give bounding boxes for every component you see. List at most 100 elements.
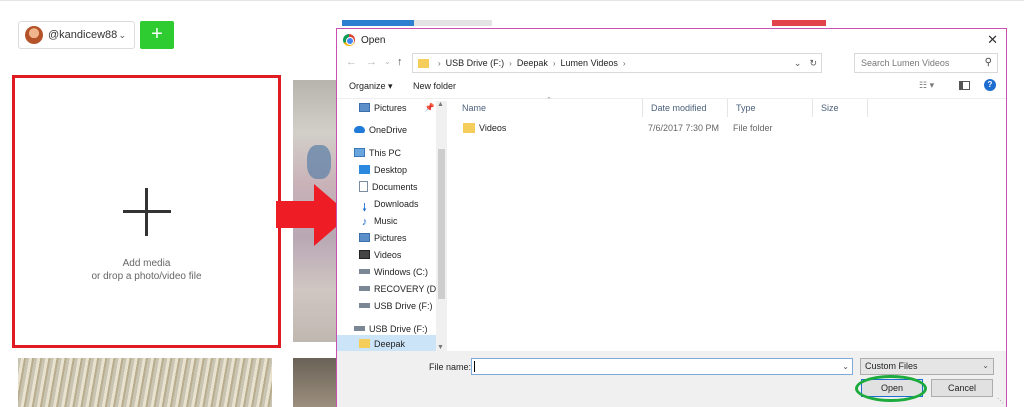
nav-item-label: USB Drive (F:)	[369, 323, 428, 334]
add-media-hint: or drop a photo/video file	[91, 271, 202, 282]
usb-drive-icon	[354, 326, 365, 331]
file-row[interactable]: Videos 7/6/2017 7:30 PM File folder	[454, 120, 994, 137]
nav-item-label: RECOVERY (D:)	[374, 283, 442, 294]
nav-item-documents[interactable]: Documents	[359, 178, 418, 195]
tab-indicator-blue	[342, 20, 414, 26]
pictures-icon	[359, 103, 370, 112]
organize-menu[interactable]: Organize ▾	[349, 81, 393, 92]
new-folder-button[interactable]: New folder	[413, 81, 456, 91]
chevron-right-icon[interactable]: ›	[438, 59, 441, 68]
forward-arrow-icon[interactable]: →	[366, 56, 377, 68]
view-options-icon[interactable]: ☷ ▾	[919, 80, 934, 91]
nav-item-label: Documents	[372, 181, 418, 192]
nav-item-pictures[interactable]: Pictures 📌	[359, 99, 434, 116]
media-thumbnail[interactable]	[18, 358, 272, 407]
plus-icon	[123, 188, 171, 236]
nav-item-onedrive[interactable]: OneDrive	[354, 121, 407, 138]
scrollbar-thumb[interactable]	[438, 149, 445, 299]
file-list: ⌃ Name Date modified Type Size Videos 7/…	[454, 97, 1004, 351]
close-icon[interactable]: ✕	[987, 32, 998, 48]
dialog-toolbar: Organize ▾ New folder ☷ ▾ ?	[337, 75, 1006, 99]
file-name: Videos	[479, 123, 507, 133]
nav-item-this-pc[interactable]: This PC	[354, 144, 401, 161]
nav-item-label: Videos	[374, 249, 402, 260]
column-header-name[interactable]: Name	[454, 99, 643, 117]
avatar	[25, 26, 43, 44]
nav-item-label: Downloads	[374, 198, 419, 209]
chevron-down-icon: ⌄	[118, 29, 126, 40]
desktop-icon	[359, 165, 370, 174]
dialog-title: Open	[361, 34, 386, 46]
nav-item-label: Music	[374, 215, 398, 226]
nav-item-label: Pictures	[374, 232, 407, 243]
open-button[interactable]: Open	[861, 379, 923, 397]
refresh-icon[interactable]: ↻	[809, 58, 817, 69]
chevron-right-icon[interactable]: ›	[553, 59, 556, 68]
resize-grip-icon[interactable]: ⋱	[997, 397, 1004, 405]
nav-item-deepak[interactable]: Deepak	[337, 335, 436, 351]
dialog-footer: File name: ⌄ Custom Files ⌄ Open Cancel …	[337, 351, 1006, 407]
column-header-type[interactable]: Type	[728, 99, 813, 117]
drive-icon	[359, 286, 370, 291]
nav-item-videos[interactable]: Videos	[359, 246, 401, 263]
account-switcher[interactable]: @kandicew88 ⌄	[18, 21, 135, 49]
chrome-icon	[343, 34, 355, 46]
scroll-up-icon[interactable]: ▲	[437, 101, 444, 108]
nav-item-label: Deepak	[374, 338, 406, 349]
up-arrow-icon[interactable]: ↑	[397, 56, 403, 68]
breadcrumb-item[interactable]: USB Drive (F:)	[446, 58, 505, 68]
scroll-down-icon[interactable]: ▼	[437, 344, 444, 351]
breadcrumb-item[interactable]: Deepak	[517, 58, 548, 68]
nav-item-label: Pictures	[374, 102, 407, 113]
file-type: File folder	[733, 123, 773, 133]
chevron-right-icon[interactable]: ›	[509, 59, 512, 68]
username: @kandicew88	[48, 29, 118, 41]
action-button-red[interactable]	[772, 20, 826, 26]
nav-item-music[interactable]: ♪ Music	[359, 212, 398, 229]
search-placeholder: Search Lumen Videos	[861, 58, 950, 68]
add-post-button[interactable]: +	[140, 21, 174, 49]
screenshot: @kandicew88 ⌄ + Add media or drop a phot…	[0, 0, 1024, 407]
file-type-select[interactable]: Custom Files ⌄	[860, 358, 994, 375]
column-header-date[interactable]: Date modified	[643, 99, 728, 117]
nav-item-usb-drive[interactable]: USB Drive (F:)	[359, 297, 433, 314]
search-input[interactable]: Search Lumen Videos ⚲	[854, 53, 998, 73]
nav-item-label: Desktop	[374, 164, 408, 175]
folder-icon	[463, 123, 475, 133]
drive-icon	[359, 269, 370, 274]
file-name-input[interactable]: ⌄	[471, 358, 853, 375]
nav-scrollbar[interactable]: ▲ ▼	[436, 101, 447, 351]
nav-item-windows-drive[interactable]: Windows (C:)	[359, 263, 428, 280]
onedrive-icon	[354, 126, 365, 133]
nav-item-desktop[interactable]: Desktop	[359, 161, 407, 178]
chevron-right-icon[interactable]: ›	[623, 59, 626, 68]
media-thumbnail[interactable]	[293, 358, 337, 407]
nav-item-pictures[interactable]: Pictures	[359, 229, 407, 246]
usb-drive-icon	[359, 303, 370, 308]
add-media-dropzone[interactable]: Add media or drop a photo/video file	[12, 75, 281, 348]
cancel-button[interactable]: Cancel	[931, 379, 993, 397]
file-type-value: Custom Files	[865, 361, 918, 371]
pictures-icon	[359, 233, 370, 242]
preview-pane-icon[interactable]	[959, 81, 970, 90]
breadcrumb-item[interactable]: Lumen Videos	[561, 58, 618, 68]
downloads-icon: 🠗	[362, 202, 367, 214]
pin-icon: 📌	[424, 103, 435, 112]
navigation-pane: Pictures 📌 OneDrive This PC Desktop Docu…	[337, 99, 447, 351]
tab-indicator-gray	[414, 20, 492, 26]
this-pc-icon	[354, 148, 365, 157]
file-name-label: File name:	[429, 362, 472, 372]
recent-locations-icon[interactable]: ⌄	[384, 57, 391, 66]
breadcrumb[interactable]: › USB Drive (F:) › Deepak › Lumen Videos…	[412, 53, 822, 73]
nav-item-downloads[interactable]: 🠗 Downloads	[359, 195, 419, 215]
chevron-down-icon[interactable]: ⌄	[842, 359, 849, 374]
nav-item-recovery-drive[interactable]: RECOVERY (D:)	[359, 280, 442, 297]
address-bar: ← → ⌄ ↑ › USB Drive (F:) › Deepak › Lume…	[337, 51, 1006, 75]
file-date: 7/6/2017 7:30 PM	[648, 123, 720, 133]
help-icon[interactable]: ?	[984, 79, 996, 91]
folder-icon	[418, 58, 429, 68]
column-header-size[interactable]: Size	[813, 99, 868, 117]
back-arrow-icon[interactable]: ←	[346, 56, 357, 68]
chevron-down-icon[interactable]: ⌄	[794, 58, 802, 69]
open-file-dialog: Open ✕ ← → ⌄ ↑ › USB Drive (F:) › Deepak…	[336, 28, 1007, 407]
